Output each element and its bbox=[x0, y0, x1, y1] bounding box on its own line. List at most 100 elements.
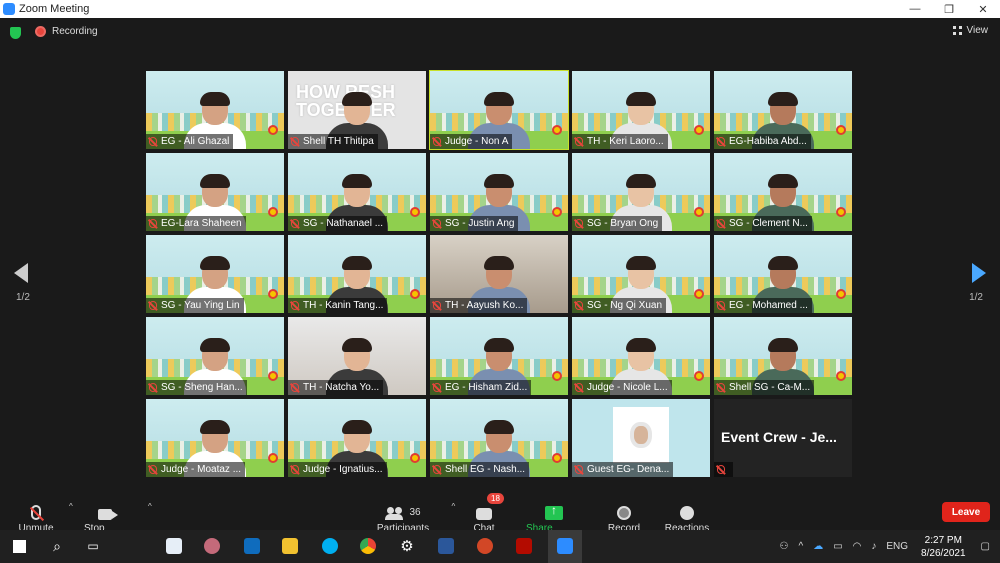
video-gallery: EG - Ali Ghazal HOW RESH TOGETHERShell TH… bbox=[146, 70, 854, 478]
participant-video-tile[interactable]: Shell EG - Nash... bbox=[430, 399, 568, 477]
app-icon-1[interactable] bbox=[162, 534, 186, 558]
acrobat-icon[interactable] bbox=[512, 534, 536, 558]
recording-indicator[interactable]: Recording bbox=[35, 26, 98, 37]
previous-page-arrow-icon[interactable] bbox=[14, 263, 28, 283]
participant-video-tile[interactable]: EG-Lara Shaheen bbox=[146, 153, 284, 231]
show-hidden-icons-icon[interactable]: ^ bbox=[798, 541, 803, 552]
participant-name: Guest EG- Dena... bbox=[587, 464, 670, 475]
participants-count: 36 bbox=[409, 506, 421, 518]
shell-logo-icon bbox=[552, 453, 562, 463]
people-icon[interactable]: ⚇ bbox=[780, 541, 789, 552]
chat-unread-badge: 18 bbox=[487, 493, 504, 504]
participant-video-tile[interactable]: Event Crew - Je... bbox=[714, 399, 852, 477]
windows-start-icon[interactable] bbox=[7, 534, 31, 558]
participant-video-tile[interactable]: EG - Hisham Zid... bbox=[430, 317, 568, 395]
muted-mic-icon bbox=[717, 383, 725, 392]
participant-name: TH - Natcha Yo... bbox=[303, 382, 380, 393]
muted-mic-icon bbox=[149, 383, 157, 392]
close-button[interactable]: ✕ bbox=[966, 0, 1000, 18]
task-view-icon[interactable]: ▭ bbox=[81, 534, 105, 558]
shell-logo-icon bbox=[268, 289, 278, 299]
leave-button[interactable]: Leave bbox=[942, 502, 990, 522]
participant-name-bar: SG - Bryan Ong bbox=[572, 216, 663, 231]
shell-logo-icon bbox=[268, 453, 278, 463]
video-options-caret-icon[interactable]: ^ bbox=[148, 502, 152, 511]
app-icon-2[interactable] bbox=[200, 534, 224, 558]
shell-logo-icon bbox=[836, 371, 846, 381]
participant-video-tile[interactable]: Judge - Moataz ... bbox=[146, 399, 284, 477]
participant-video-tile[interactable]: SG - Clement N... bbox=[714, 153, 852, 231]
powerpoint-icon[interactable] bbox=[473, 534, 497, 558]
participant-video-tile[interactable]: Guest EG- Dena... bbox=[572, 399, 710, 477]
minimize-button[interactable]: — bbox=[898, 0, 932, 18]
participant-video-tile[interactable]: SG - Ng Qi Xuan bbox=[572, 235, 710, 313]
shell-logo-icon bbox=[694, 125, 704, 135]
word-icon[interactable] bbox=[434, 534, 458, 558]
participant-video-tile[interactable]: SG - Justin Ang bbox=[430, 153, 568, 231]
language-indicator[interactable]: ENG bbox=[886, 541, 908, 552]
view-button[interactable]: View bbox=[952, 25, 988, 36]
recording-label: Recording bbox=[52, 26, 98, 37]
participant-video-tile[interactable]: EG - Ali Ghazal bbox=[146, 71, 284, 149]
zoom-taskbar-icon[interactable] bbox=[553, 534, 577, 558]
smiley-reaction-icon bbox=[680, 506, 694, 520]
chat-button[interactable]: 18 Chat bbox=[472, 493, 504, 534]
participant-video-tile[interactable]: SG - Yau Ying Lin bbox=[146, 235, 284, 313]
skype-icon[interactable] bbox=[318, 534, 342, 558]
file-explorer-icon[interactable] bbox=[278, 534, 302, 558]
notifications-icon[interactable]: ▢ bbox=[981, 541, 990, 552]
participant-name: SG - Yau Ying Lin bbox=[161, 300, 240, 311]
onedrive-icon[interactable]: ☁ bbox=[813, 541, 823, 552]
settings-gear-icon[interactable]: ⚙ bbox=[395, 534, 419, 558]
participant-name-bar: TH - Natcha Yo... bbox=[288, 380, 384, 395]
participants-caret-icon[interactable]: ^ bbox=[451, 502, 455, 511]
window-titlebar: Zoom Meeting — ❐ ✕ bbox=[0, 0, 1000, 18]
outlook-icon[interactable] bbox=[240, 534, 264, 558]
muted-mic-icon bbox=[575, 219, 583, 228]
muted-mic-icon bbox=[291, 137, 299, 146]
restore-button[interactable]: ❐ bbox=[932, 0, 966, 18]
next-page-arrow-icon[interactable] bbox=[972, 263, 986, 283]
participant-name-bar bbox=[714, 462, 733, 477]
participant-name-bar: Shell EG - Nash... bbox=[430, 462, 530, 477]
shell-logo-icon bbox=[552, 125, 562, 135]
participant-video-tile[interactable]: TH - Keri Laoro... bbox=[572, 71, 710, 149]
participant-video-tile[interactable]: Judge - Non A bbox=[429, 70, 569, 150]
record-button[interactable]: Record bbox=[608, 494, 640, 534]
participant-name-bar: Judge - Non A bbox=[430, 134, 513, 149]
reactions-button[interactable]: Reactions bbox=[665, 494, 709, 534]
participant-video-tile[interactable]: EG-Habiba Abd... bbox=[714, 71, 852, 149]
participant-video-tile[interactable]: Judge - Nicole L... bbox=[572, 317, 710, 395]
battery-icon[interactable]: ▭ bbox=[833, 541, 842, 552]
participant-video-tile[interactable]: HOW RESH TOGETHERShell TH Thitipa bbox=[288, 71, 426, 149]
participant-video-tile[interactable]: SG - Bryan Ong bbox=[572, 153, 710, 231]
unmute-button[interactable]: ^ Unmute bbox=[18, 494, 72, 534]
participant-name-bar: EG-Habiba Abd... bbox=[714, 134, 811, 149]
participant-video-tile[interactable]: TH - Aayush Ko... bbox=[430, 235, 568, 313]
participant-name-bar: SG - Sheng Han... bbox=[146, 380, 247, 395]
audio-options-caret-icon[interactable]: ^ bbox=[69, 502, 73, 511]
participant-video-tile[interactable]: SG - Sheng Han... bbox=[146, 317, 284, 395]
participant-name-bar: SG - Nathanael ... bbox=[288, 216, 388, 231]
participant-video-tile[interactable]: TH - Kanin Tang... bbox=[288, 235, 426, 313]
muted-mic-icon bbox=[717, 219, 725, 228]
search-icon[interactable]: ⌕ bbox=[45, 534, 69, 558]
chrome-icon[interactable] bbox=[356, 534, 380, 558]
volume-icon[interactable]: ♪ bbox=[871, 541, 876, 552]
participant-name-bar: SG - Yau Ying Lin bbox=[146, 298, 244, 313]
participant-video-tile[interactable]: TH - Natcha Yo... bbox=[288, 317, 426, 395]
participant-video-tile[interactable]: Judge - Ignatius... bbox=[288, 399, 426, 477]
record-icon bbox=[617, 506, 631, 520]
participant-name: Judge - Moataz ... bbox=[161, 464, 242, 475]
participant-video-tile[interactable]: EG - Mohamed ... bbox=[714, 235, 852, 313]
participants-button[interactable]: 36 ^ Participants bbox=[375, 494, 455, 534]
participant-name: EG-Lara Shaheen bbox=[161, 218, 242, 229]
muted-mic-icon bbox=[575, 465, 583, 474]
participant-video-tile[interactable]: Shell SG - Ca-M... bbox=[714, 317, 852, 395]
participant-video-tile[interactable]: SG - Nathanael ... bbox=[288, 153, 426, 231]
muted-mic-icon bbox=[433, 219, 441, 228]
security-shield-icon[interactable] bbox=[10, 27, 21, 39]
wifi-icon[interactable]: ◠ bbox=[853, 541, 862, 552]
clock[interactable]: 2:27 PM 8/26/2021 bbox=[921, 534, 966, 560]
participant-name: Judge - Non A bbox=[445, 136, 509, 147]
